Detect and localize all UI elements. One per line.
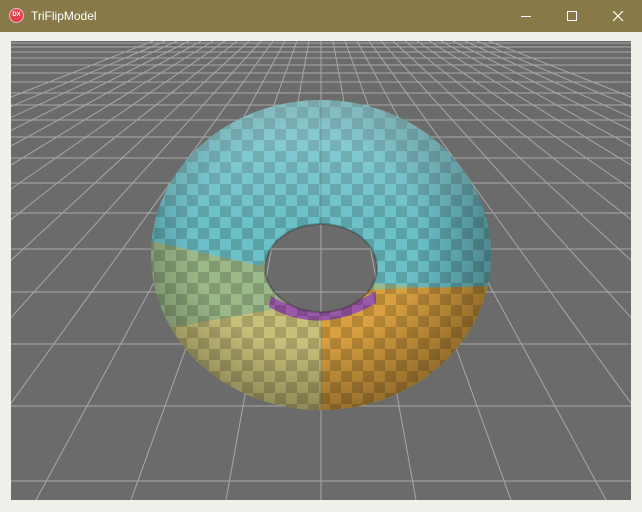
window-title: TriFlipModel — [31, 9, 97, 23]
maximize-icon — [567, 11, 577, 21]
grid-line — [488, 41, 631, 98]
scene-canvas[interactable] — [11, 41, 631, 500]
3d-viewport[interactable] — [11, 41, 631, 500]
grid-line — [11, 41, 166, 108]
grid-line — [11, 41, 154, 98]
minimize-icon — [521, 16, 531, 17]
app-window: DX TriFlipModel — [0, 0, 642, 512]
maximize-button[interactable] — [549, 0, 595, 32]
dx-app-icon[interactable]: DX — [9, 8, 24, 23]
minimize-button[interactable] — [503, 0, 549, 32]
title-bar[interactable]: DX TriFlipModel — [0, 0, 642, 32]
grid-line — [476, 41, 631, 108]
close-icon — [613, 11, 624, 22]
close-button[interactable] — [595, 0, 641, 32]
